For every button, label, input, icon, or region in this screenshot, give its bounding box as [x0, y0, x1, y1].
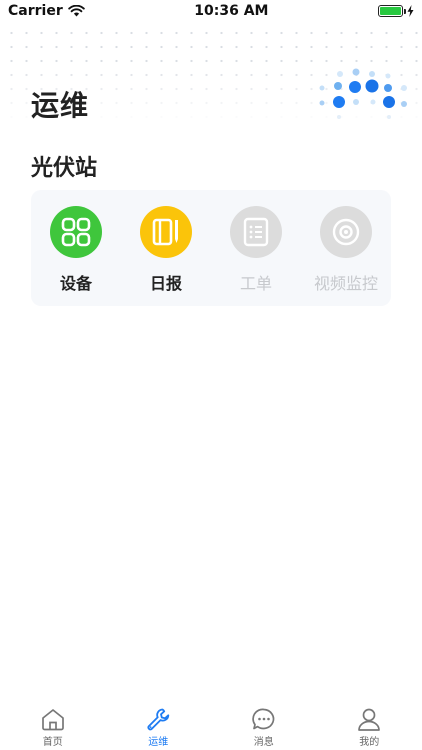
tab-bar: 首页 运维 消息 我的	[0, 700, 422, 750]
device-icon-circle	[50, 206, 102, 258]
message-icon	[252, 708, 275, 730]
tab-operations[interactable]: 运维	[106, 700, 212, 750]
tab-label: 消息	[253, 737, 274, 748]
status-time: 10:36 AM	[194, 3, 269, 19]
grid-icon	[61, 217, 91, 247]
battery-icon	[377, 5, 406, 17]
page-title: 运维	[31, 89, 90, 122]
tab-profile[interactable]: 我的	[317, 700, 422, 750]
function-grid-card: 设备 日报 工单 视频监控	[31, 190, 391, 306]
grid-item-label: 视频监控	[313, 274, 378, 293]
decorative-dots-graphic	[319, 68, 407, 119]
video-monitor-icon-circle	[320, 206, 372, 258]
grid-item-label: 工单	[239, 274, 272, 293]
tab-label: 运维	[148, 737, 169, 748]
grid-item-device[interactable]: 设备	[31, 190, 121, 306]
grid-item-daily-report[interactable]: 日报	[121, 190, 211, 306]
section-title: 光伏站	[31, 156, 98, 181]
report-icon-circle	[140, 206, 192, 258]
person-icon	[358, 708, 381, 731]
report-icon	[152, 218, 178, 246]
list-icon	[243, 217, 269, 247]
work-order-icon-circle	[230, 206, 282, 258]
grid-item-label: 设备	[59, 274, 92, 293]
battery-fill	[379, 7, 401, 15]
grid-item-work-order[interactable]: 工单	[211, 190, 301, 306]
wifi-icon	[67, 5, 85, 17]
grid-item-label: 日报	[149, 274, 182, 293]
grid-item-video-monitor[interactable]: 视频监控	[301, 190, 391, 306]
wrench-icon	[147, 708, 170, 731]
tab-home[interactable]: 首页	[0, 700, 106, 750]
status-bar: Carrier 10:36 AM	[0, 0, 422, 22]
charging-bolt-icon	[407, 5, 414, 17]
home-icon	[41, 709, 64, 731]
carrier-label: Carrier	[8, 3, 63, 19]
tab-label: 我的	[359, 737, 380, 748]
tab-label: 首页	[42, 737, 63, 748]
status-right	[377, 5, 414, 17]
tab-messages[interactable]: 消息	[211, 700, 317, 750]
camera-icon	[332, 218, 360, 246]
status-left: Carrier	[8, 3, 85, 19]
